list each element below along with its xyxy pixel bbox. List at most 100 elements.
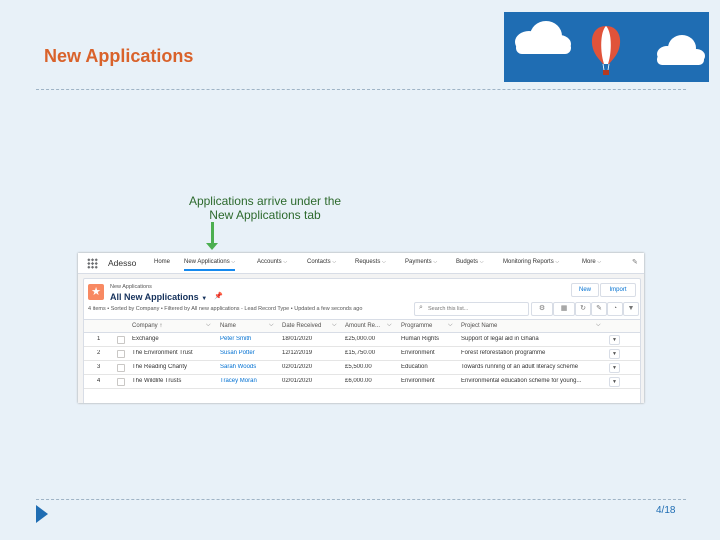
cell-programme: Environment bbox=[401, 378, 435, 384]
chevron-down-icon[interactable]: ⌵ bbox=[433, 259, 437, 265]
cell-date: 02/01/2020 bbox=[282, 378, 313, 384]
new-button[interactable]: New bbox=[571, 283, 599, 297]
row-actions-icon[interactable]: ▼ bbox=[609, 377, 620, 387]
list-view-card: ★ New Applications All New Applications … bbox=[83, 278, 641, 403]
chevron-down-icon[interactable]: ⌵ bbox=[597, 259, 601, 265]
table-view-icon[interactable]: ▦ bbox=[553, 302, 575, 316]
arrow-head-icon bbox=[206, 243, 218, 250]
nav-tab-contacts[interactable]: Contacts ⌵ bbox=[307, 259, 336, 265]
row-checkbox[interactable] bbox=[117, 350, 125, 358]
column-header-name[interactable]: Name bbox=[220, 323, 236, 329]
cell-company: The Wildlife Trusts bbox=[132, 378, 182, 384]
cell-company: Exchange bbox=[132, 336, 159, 342]
caption-line-2: New Applications tab bbox=[209, 208, 321, 222]
cell-name-link[interactable]: Susan Potter bbox=[220, 350, 278, 356]
caption: Applications arrive under the New Applic… bbox=[170, 194, 360, 222]
nav-tab-home[interactable]: Home bbox=[154, 259, 170, 265]
chevron-down-icon[interactable]: ⌵ bbox=[332, 259, 336, 265]
cell-name-link[interactable]: Tracey Moran bbox=[220, 378, 278, 384]
app-launcher-icon[interactable] bbox=[87, 258, 98, 269]
nav-tab-more[interactable]: More ⌵ bbox=[582, 259, 601, 265]
cell-programme: Human Rights bbox=[401, 336, 440, 342]
row-checkbox[interactable] bbox=[117, 336, 125, 344]
cell-project: Support of legal aid in Ghana bbox=[461, 336, 539, 342]
table-header: Company ↑ ⌵ Name ⌵ Date Received ⌵ Amoun… bbox=[84, 319, 640, 333]
slide-title: New Applications bbox=[44, 46, 194, 66]
search-input[interactable] bbox=[428, 304, 524, 313]
chevron-down-icon[interactable]: ⌵ bbox=[231, 259, 235, 265]
caret-down-icon[interactable]: ▼ bbox=[201, 296, 207, 302]
row-actions-icon[interactable]: ▼ bbox=[609, 335, 620, 345]
column-header-project-name[interactable]: Project Name bbox=[461, 323, 497, 329]
nav-tab-budgets[interactable]: Budgets ⌵ bbox=[456, 259, 484, 265]
cell-date: 02/01/2020 bbox=[282, 364, 313, 370]
import-button[interactable]: Import bbox=[600, 283, 636, 297]
cell-company: The Reading Charity bbox=[132, 364, 188, 370]
table-row: 3 The Reading Charity Sarah Woods 02/01/… bbox=[84, 361, 640, 375]
column-header-amount[interactable]: Amount Re... bbox=[345, 323, 380, 329]
row-number: 4 bbox=[97, 378, 101, 384]
column-header-programme[interactable]: Programme bbox=[401, 323, 432, 329]
row-number: 2 bbox=[97, 350, 101, 356]
cell-date: 18/01/2020 bbox=[282, 336, 313, 342]
cell-date: 12/12/2019 bbox=[282, 350, 313, 356]
cell-name-link[interactable]: Peter Smith bbox=[220, 336, 278, 342]
column-header-company[interactable]: Company ↑ bbox=[132, 323, 162, 329]
nav-tab-requests[interactable]: Requests ⌵ bbox=[355, 259, 386, 265]
table-row: 2 The Environment Trust Susan Potter 12/… bbox=[84, 347, 640, 361]
pencil-icon[interactable]: ✎ bbox=[632, 258, 638, 266]
chevron-down-icon[interactable]: ⌵ bbox=[332, 322, 337, 329]
star-icon: ★ bbox=[88, 284, 104, 300]
cloud-icon bbox=[515, 21, 571, 54]
chevron-down-icon[interactable]: ⌵ bbox=[206, 322, 211, 329]
cell-programme: Education bbox=[401, 364, 428, 370]
chevron-down-icon[interactable]: ⌵ bbox=[387, 322, 392, 329]
page-number: 4/18 bbox=[656, 505, 676, 516]
row-checkbox[interactable] bbox=[117, 378, 125, 386]
search-icon: ⌕ bbox=[419, 304, 423, 311]
chevron-down-icon[interactable]: ⌵ bbox=[596, 322, 601, 329]
nav-tab-monitoring-reports[interactable]: Monitoring Reports ⌵ bbox=[503, 259, 559, 265]
nav-tab-payments[interactable]: Payments ⌵ bbox=[405, 259, 437, 265]
chevron-down-icon[interactable]: ⌵ bbox=[448, 322, 453, 329]
cell-project: Forest reforestation programme bbox=[461, 350, 546, 356]
refresh-icon[interactable]: ↻ bbox=[575, 302, 591, 316]
chevron-down-icon[interactable]: ⌵ bbox=[382, 259, 386, 265]
nav-tab-accounts[interactable]: Accounts ⌵ bbox=[257, 259, 287, 265]
chevron-down-icon[interactable]: ⌵ bbox=[555, 259, 559, 265]
cell-name-link[interactable]: Sarah Woods bbox=[220, 364, 278, 370]
chart-icon[interactable]: ◔ bbox=[607, 302, 623, 316]
filter-icon[interactable]: ▼ bbox=[623, 302, 639, 316]
gear-icon[interactable]: ⚙ bbox=[531, 302, 553, 316]
divider-top bbox=[36, 89, 686, 90]
chevron-down-icon[interactable]: ⌵ bbox=[480, 259, 484, 265]
salesforce-screenshot: Adesso Home New Applications ⌵ Accounts … bbox=[78, 253, 644, 403]
search-box[interactable]: ⌕ bbox=[414, 302, 529, 316]
arrow-down-icon bbox=[211, 222, 214, 244]
pin-icon[interactable]: 📌 bbox=[214, 292, 223, 300]
row-number: 3 bbox=[97, 364, 101, 370]
cell-amount: £25,000.00 bbox=[345, 336, 376, 342]
divider-bottom bbox=[36, 499, 686, 500]
app-name: Adesso bbox=[108, 258, 137, 268]
column-header-date-received[interactable]: Date Received bbox=[282, 323, 321, 329]
cell-amount: £5,500.00 bbox=[345, 364, 372, 370]
nav-tab-new-applications[interactable]: New Applications ⌵ bbox=[184, 259, 236, 271]
list-status: 4 items • Sorted by Company • Filtered b… bbox=[88, 306, 363, 312]
app-nav-bar: Adesso Home New Applications ⌵ Accounts … bbox=[78, 253, 644, 274]
clouds-balloon-banner bbox=[504, 12, 709, 82]
pencil-icon[interactable]: ✎ bbox=[591, 302, 607, 316]
caption-line-1: Applications arrive under the bbox=[188, 194, 342, 208]
row-actions-icon[interactable]: ▼ bbox=[609, 363, 620, 373]
row-actions-icon[interactable]: ▼ bbox=[609, 349, 620, 359]
list-view-name[interactable]: All New Applications ▼ bbox=[110, 292, 207, 302]
chevron-down-icon[interactable]: ⌵ bbox=[283, 259, 287, 265]
table-row: 1 Exchange Peter Smith 18/01/2020 £25,00… bbox=[84, 333, 640, 347]
cell-amount: £15,750.00 bbox=[345, 350, 376, 356]
row-checkbox[interactable] bbox=[117, 364, 125, 372]
play-arrow-icon[interactable] bbox=[36, 505, 48, 523]
table-row: 4 The Wildlife Trusts Tracey Moran 02/01… bbox=[84, 375, 640, 389]
chevron-down-icon[interactable]: ⌵ bbox=[269, 322, 274, 329]
row-number: 1 bbox=[97, 336, 101, 342]
object-label: New Applications bbox=[110, 284, 152, 290]
